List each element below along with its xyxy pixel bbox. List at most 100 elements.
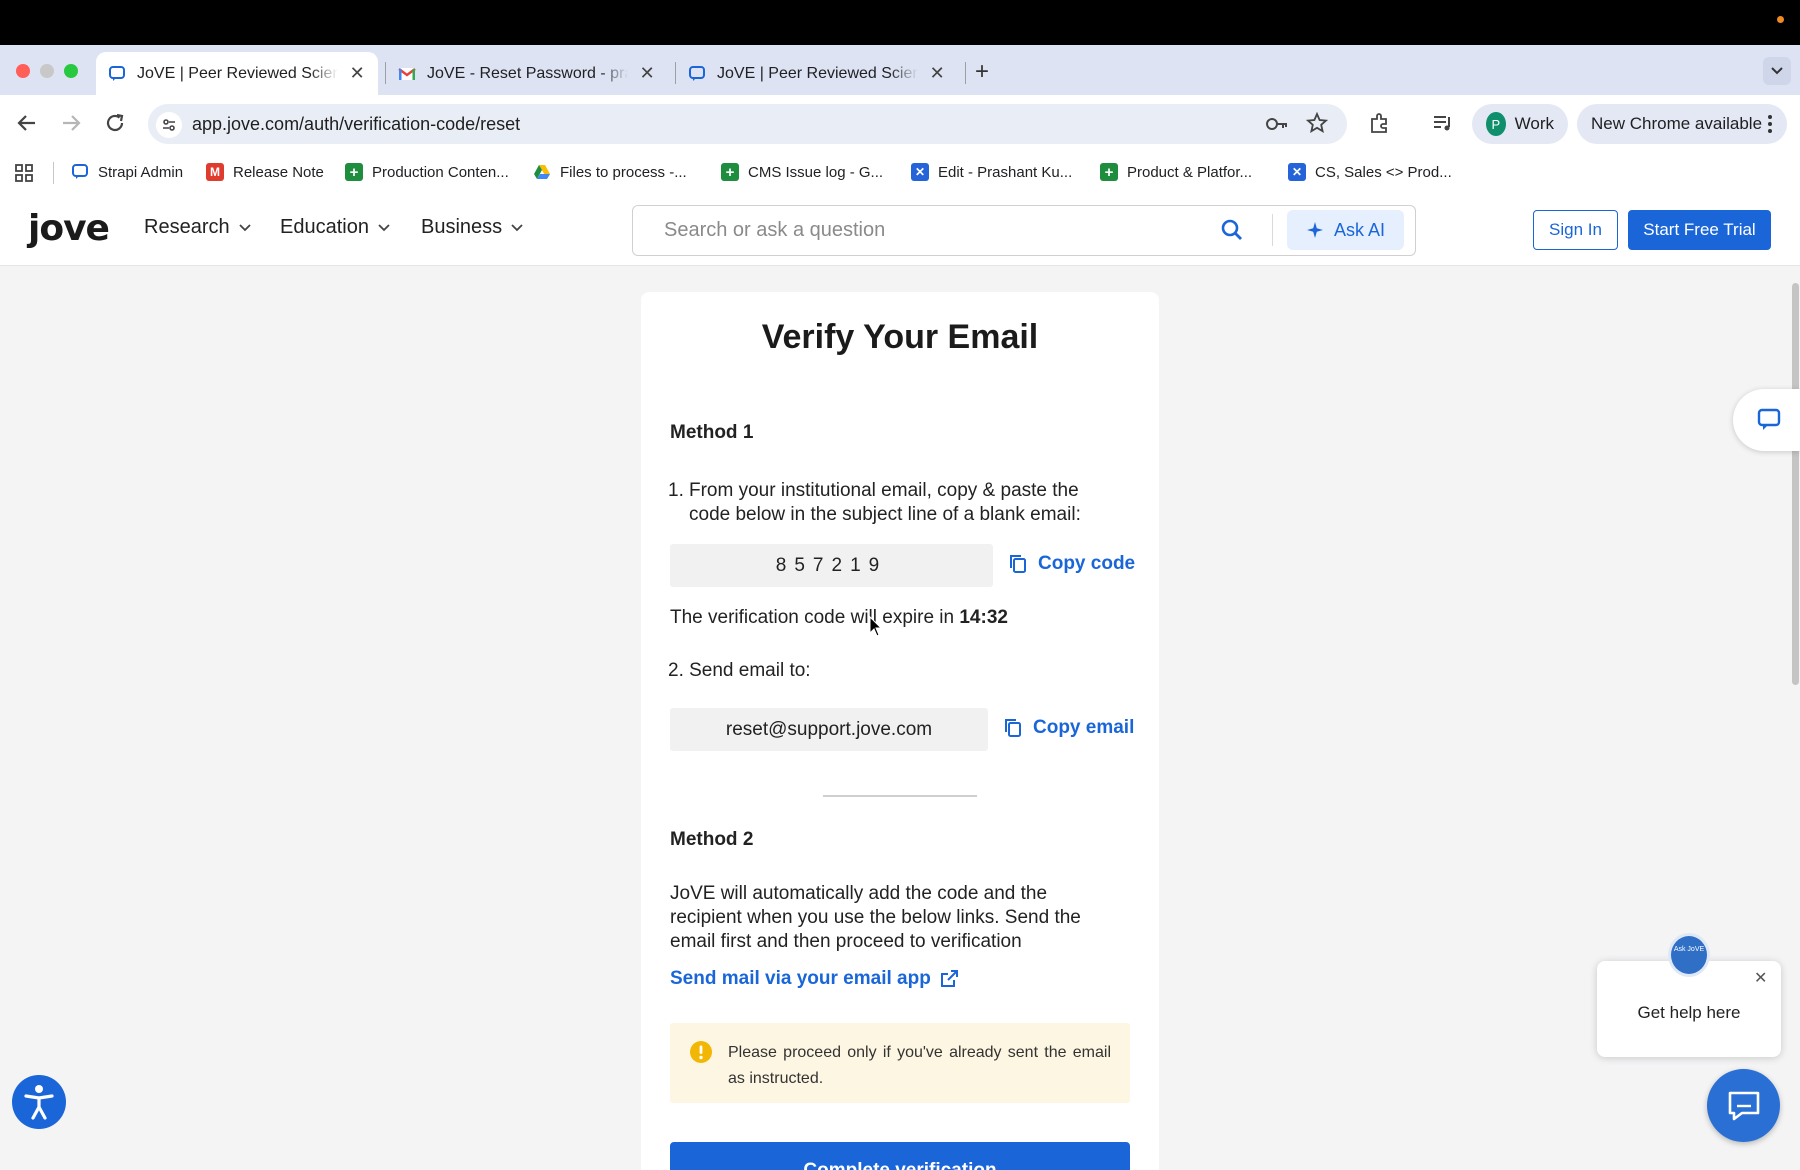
tab-separator bbox=[965, 62, 966, 84]
method-2-line-2: recipient when you use the below links. … bbox=[670, 907, 1081, 928]
extensions-puzzle-icon[interactable] bbox=[1368, 111, 1392, 135]
step-1-line-2: code below in the subject line of a blan… bbox=[689, 504, 1081, 525]
complete-verification-button[interactable]: Complete verification bbox=[670, 1142, 1130, 1170]
chat-launcher-button[interactable] bbox=[1707, 1069, 1780, 1142]
warning-icon bbox=[689, 1040, 713, 1064]
chevron-down-icon bbox=[238, 224, 251, 232]
password-key-icon[interactable] bbox=[1265, 113, 1289, 135]
maximize-window-button[interactable] bbox=[64, 64, 78, 78]
minimize-window-button[interactable] bbox=[40, 64, 54, 78]
page-title: Verify Your Email bbox=[761, 318, 1039, 356]
tab-title: JoVE | Peer Reviewed Scientific Video Jo… bbox=[717, 64, 919, 82]
chat-icon bbox=[1728, 1091, 1760, 1121]
sheets-icon: + bbox=[1100, 163, 1118, 181]
drive-icon bbox=[534, 165, 550, 179]
bookmark-release-note[interactable]: M Release Note bbox=[206, 160, 324, 184]
tab-title: JoVE - Reset Password - prashant bbox=[427, 64, 628, 82]
update-label: New Chrome available bbox=[1591, 114, 1763, 133]
copy-icon bbox=[1005, 719, 1021, 737]
jove-logo[interactable]: jove bbox=[28, 208, 110, 249]
search-input[interactable]: Search or ask a question bbox=[664, 219, 885, 242]
external-link-icon bbox=[940, 970, 958, 987]
red-m-icon: M bbox=[206, 163, 224, 181]
browser-tab-1[interactable]: JoVE | Peer Reviewed Scientific Video Jo… bbox=[96, 52, 378, 95]
reload-icon[interactable] bbox=[104, 112, 126, 134]
sign-in-button[interactable]: Sign In bbox=[1533, 210, 1618, 250]
close-tab-icon[interactable]: ✕ bbox=[928, 63, 946, 84]
page-scrollbar[interactable] bbox=[1792, 283, 1799, 685]
search-icon[interactable] bbox=[1221, 219, 1243, 241]
bookmark-star-icon[interactable] bbox=[1306, 112, 1328, 134]
copy-email-button[interactable]: Copy email bbox=[1003, 717, 1134, 739]
bookmark-cs-sales[interactable]: ✕ CS, Sales <> Prod... bbox=[1288, 160, 1452, 184]
bookmark-edit-prashant[interactable]: ✕ Edit - Prashant Ku... bbox=[911, 160, 1072, 184]
bookmark-cms-issue-log[interactable]: + CMS Issue log - G... bbox=[721, 160, 883, 184]
sheets-icon: + bbox=[721, 163, 739, 181]
mouse-cursor-icon bbox=[869, 616, 883, 638]
profile-chip[interactable]: P Work bbox=[1472, 104, 1568, 144]
bookmark-production-content[interactable]: + Production Conten... bbox=[345, 160, 509, 184]
bookmark-files-to-process[interactable]: Files to process -... bbox=[533, 160, 687, 184]
ask-jove-badge: Ask JoVE bbox=[1668, 933, 1710, 977]
chrome-update-button[interactable]: New Chrome available bbox=[1577, 104, 1787, 144]
step-1-line-1: From your institutional email, copy & pa… bbox=[689, 480, 1079, 501]
nav-business[interactable]: Business bbox=[421, 216, 524, 239]
step-1-number: 1. bbox=[668, 480, 684, 501]
search-divider bbox=[1272, 214, 1273, 246]
send-mail-link[interactable]: Send mail via your email app bbox=[670, 968, 959, 990]
feedback-tab[interactable] bbox=[1733, 389, 1800, 451]
os-menu-bar bbox=[0, 0, 1800, 45]
copy-code-button[interactable]: Copy code bbox=[1008, 553, 1135, 575]
copy-icon bbox=[1010, 555, 1026, 573]
help-text[interactable]: Get help here bbox=[1597, 1003, 1781, 1023]
verification-code-box[interactable]: 857219 bbox=[670, 544, 993, 587]
chat-bubble-icon bbox=[72, 164, 88, 179]
site-settings-icon[interactable] bbox=[156, 112, 182, 138]
gmail-icon bbox=[398, 67, 416, 80]
bookmark-divider bbox=[53, 162, 54, 184]
sheets-icon: + bbox=[345, 163, 363, 181]
tab-search-button[interactable] bbox=[1763, 57, 1791, 85]
apps-grid-icon[interactable] bbox=[14, 163, 34, 183]
profile-avatar: P bbox=[1486, 112, 1506, 136]
bookmark-strapi-admin[interactable]: Strapi Admin bbox=[71, 160, 183, 184]
expiry-countdown: 14:32 bbox=[959, 607, 1008, 628]
close-tab-icon[interactable]: ✕ bbox=[638, 63, 656, 84]
browser-tab-3[interactable]: JoVE | Peer Reviewed Scientific Video Jo… bbox=[676, 52, 958, 95]
confluence-icon: ✕ bbox=[911, 163, 929, 181]
chat-bubble-icon bbox=[1757, 408, 1781, 430]
bookmark-product-platform[interactable]: + Product & Platfor... bbox=[1100, 160, 1252, 184]
jove-favicon-icon bbox=[109, 65, 125, 81]
new-tab-plus-icon[interactable]: + bbox=[975, 58, 989, 86]
expiry-text: The verification code will expire in 14:… bbox=[670, 607, 1008, 628]
accessibility-icon bbox=[24, 1085, 54, 1120]
close-tab-icon[interactable]: ✕ bbox=[348, 63, 366, 84]
step-2-text: 2. Send email to: bbox=[668, 660, 811, 681]
recording-indicator bbox=[1777, 16, 1784, 23]
ask-ai-button[interactable]: Ask AI bbox=[1287, 210, 1404, 250]
profile-label: Work bbox=[1514, 114, 1554, 133]
tab-title: JoVE | Peer Reviewed Scientific Video Jo… bbox=[137, 64, 339, 82]
start-free-trial-button[interactable]: Start Free Trial bbox=[1628, 210, 1771, 250]
accessibility-button[interactable] bbox=[12, 1075, 66, 1129]
kebab-menu-icon bbox=[1768, 115, 1772, 133]
method-2-line-3: email first and then proceed to verifica… bbox=[670, 931, 1022, 952]
forward-arrow-icon[interactable] bbox=[60, 112, 82, 134]
nav-education[interactable]: Education bbox=[280, 216, 391, 239]
warning-text: Please proceed only if you've already se… bbox=[728, 1044, 1111, 1087]
method-2-heading: Method 2 bbox=[670, 829, 754, 850]
chevron-down-icon bbox=[378, 224, 390, 232]
browser-tab-2[interactable]: JoVE - Reset Password - prashant ✕ bbox=[386, 52, 668, 95]
method-divider bbox=[823, 795, 977, 797]
back-arrow-icon[interactable] bbox=[16, 112, 38, 134]
close-help-icon[interactable]: ✕ bbox=[1754, 968, 1767, 988]
media-controls-icon[interactable] bbox=[1432, 113, 1454, 133]
jove-favicon-icon bbox=[689, 65, 705, 81]
method-2-line-1: JoVE will automatically add the code and… bbox=[670, 883, 1048, 904]
chevron-down-icon bbox=[1771, 67, 1783, 75]
nav-research[interactable]: Research bbox=[144, 216, 252, 239]
support-email-box[interactable]: reset@support.jove.com bbox=[670, 708, 988, 751]
close-window-button[interactable] bbox=[16, 64, 30, 78]
url-text[interactable]: app.jove.com/auth/verification-code/rese… bbox=[192, 114, 520, 135]
confluence-icon: ✕ bbox=[1288, 163, 1306, 181]
